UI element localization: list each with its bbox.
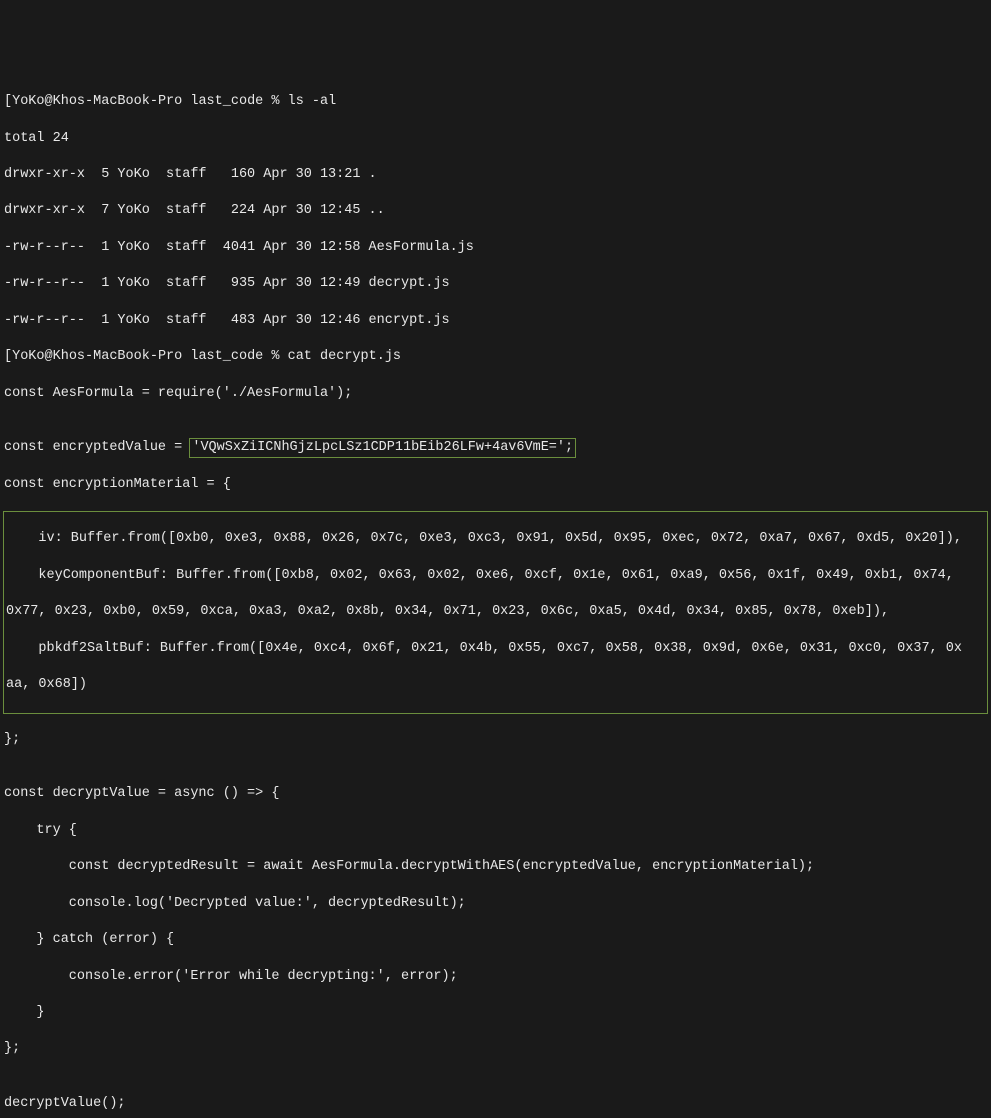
code-line: aa, 0x68]) — [6, 676, 985, 694]
prompt-symbol: % — [271, 94, 279, 109]
prompt-user: YoKo — [12, 349, 44, 364]
code-line: console.log('Decrypted value:', decrypte… — [0, 895, 991, 913]
ls-entry: -rw-r--r-- 1 YoKo staff 4041 Apr 30 12:5… — [0, 239, 991, 257]
code-line: console.error('Error while decrypting:',… — [0, 968, 991, 986]
prompt-host: Khos-MacBook-Pro — [53, 349, 183, 364]
code-line: }; — [0, 1040, 991, 1058]
code-line: 0x77, 0x23, 0xb0, 0x59, 0xca, 0xa3, 0xa2… — [6, 603, 985, 621]
code-line: iv: Buffer.from([0xb0, 0xe3, 0x88, 0x26,… — [6, 530, 985, 548]
prompt-host: Khos-MacBook-Pro — [53, 94, 183, 109]
prompt-dir: last_code — [190, 349, 263, 364]
code-text: const encryptedValue = — [4, 440, 190, 455]
ls-entry: -rw-r--r-- 1 YoKo staff 935 Apr 30 12:49… — [0, 275, 991, 293]
terminal-output[interactable]: [YoKo@Khos-MacBook-Pro last_code % ls -a… — [0, 73, 991, 1118]
prompt-symbol: % — [271, 349, 279, 364]
code-line: const encryptionMaterial = { — [0, 476, 991, 494]
prompt-user: YoKo — [12, 94, 44, 109]
code-line: const encryptedValue = 'VQwSxZiICNhGjzLp… — [0, 439, 991, 457]
code-line: try { — [0, 822, 991, 840]
code-line: const AesFormula = require('./AesFormula… — [0, 385, 991, 403]
command-ls: ls -al — [288, 94, 337, 109]
command-cat: cat decrypt.js — [288, 349, 401, 364]
code-line: pbkdf2SaltBuf: Buffer.from([0x4e, 0xc4, … — [6, 640, 985, 658]
prompt-dir: last_code — [190, 94, 263, 109]
code-line: decryptValue(); — [0, 1095, 991, 1113]
code-line: } — [0, 1004, 991, 1022]
prompt-line: [YoKo@Khos-MacBook-Pro last_code % cat d… — [0, 348, 991, 366]
ls-entry: drwxr-xr-x 5 YoKo staff 160 Apr 30 13:21… — [0, 166, 991, 184]
code-line: const decryptValue = async () => { — [0, 785, 991, 803]
code-line: keyComponentBuf: Buffer.from([0xb8, 0x02… — [6, 567, 985, 585]
encryption-material-highlight: iv: Buffer.from([0xb0, 0xe3, 0x88, 0x26,… — [4, 512, 987, 712]
ls-total: total 24 — [0, 130, 991, 148]
code-line: } catch (error) { — [0, 931, 991, 949]
code-line: const decryptedResult = await AesFormula… — [0, 858, 991, 876]
code-line: }; — [0, 731, 991, 749]
ls-entry: -rw-r--r-- 1 YoKo staff 483 Apr 30 12:46… — [0, 312, 991, 330]
ls-entry: drwxr-xr-x 7 YoKo staff 224 Apr 30 12:45… — [0, 202, 991, 220]
prompt-line: [YoKo@Khos-MacBook-Pro last_code % ls -a… — [0, 93, 991, 111]
encrypted-value-highlight: 'VQwSxZiICNhGjzLpcLSz1CDP11bEib26LFw+4av… — [190, 439, 575, 457]
